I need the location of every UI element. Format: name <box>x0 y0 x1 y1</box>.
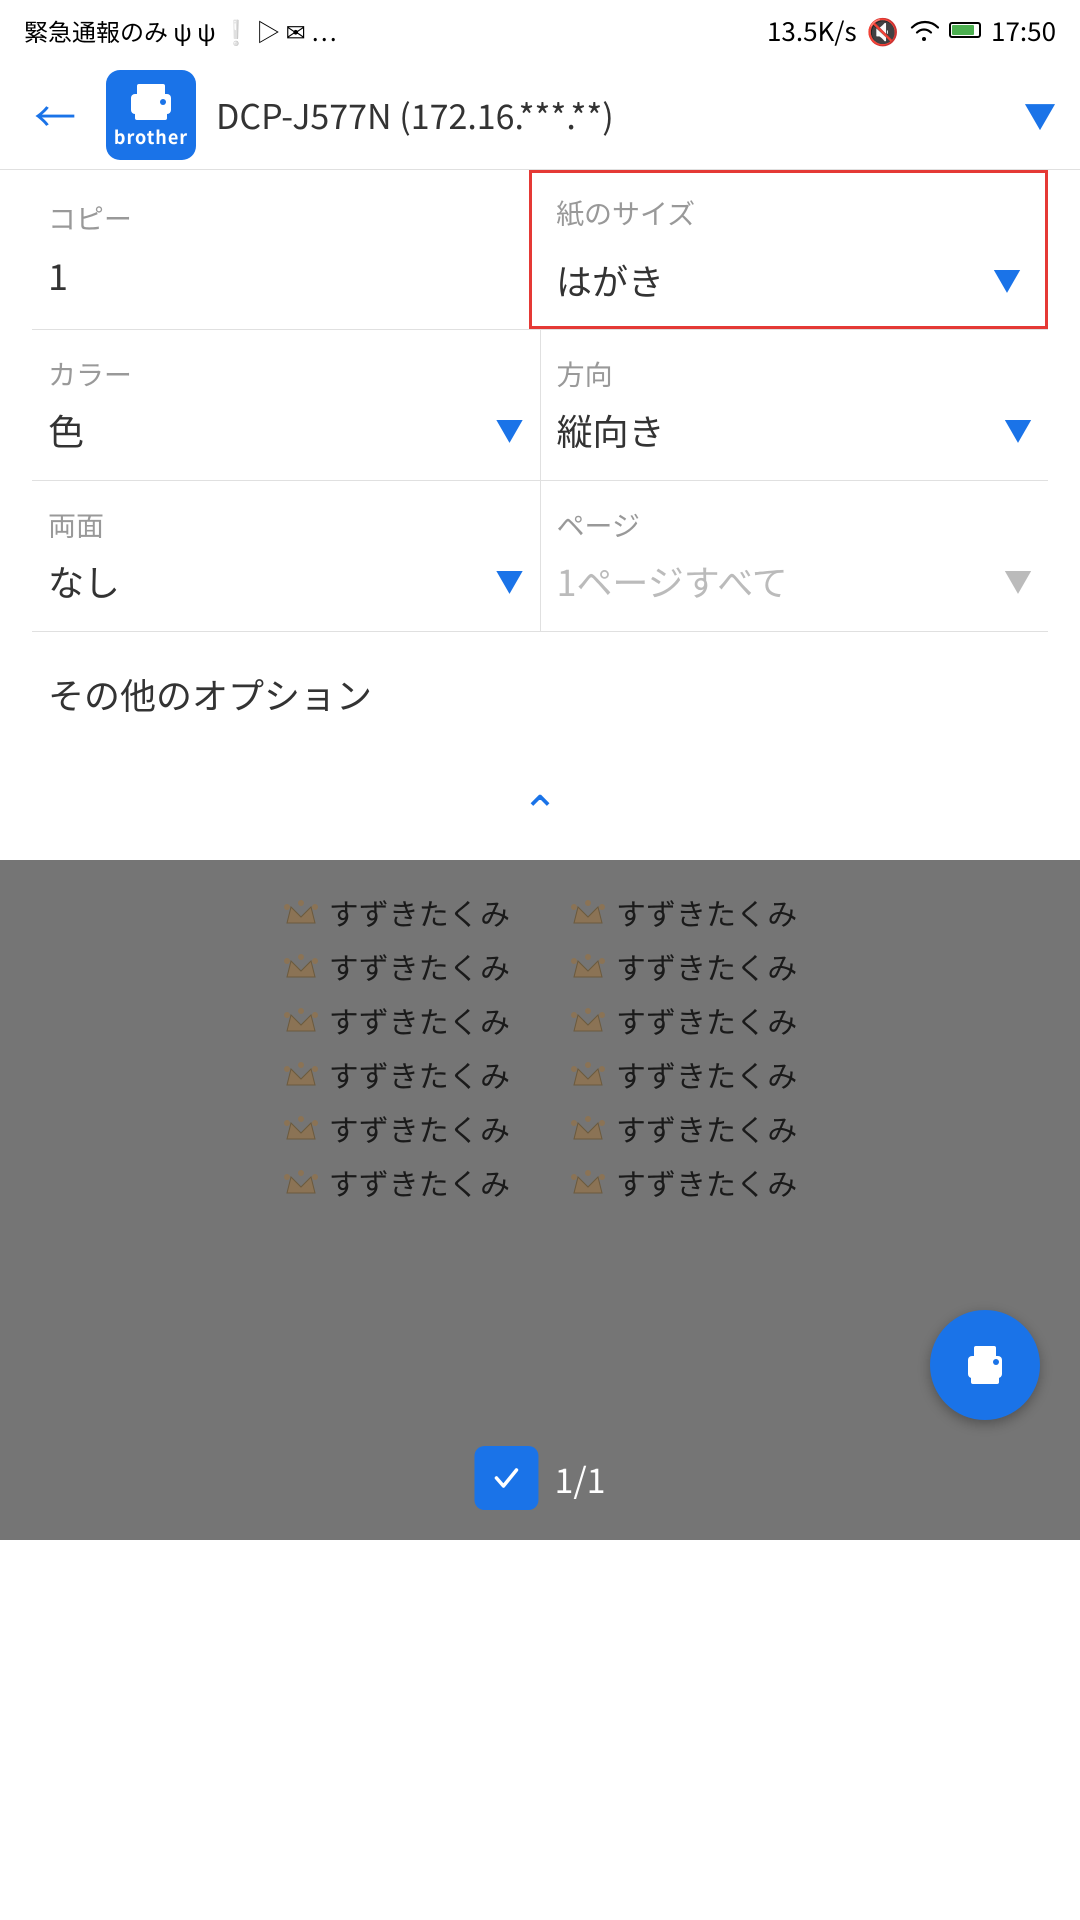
paper-size-dropdown-arrow[interactable]: ▼ <box>993 260 1021 300</box>
status-left-text: 緊急通報のみ ψ ψ ❕ ▷ ✉ … <box>24 13 337 48</box>
page-label: ページ <box>557 505 1033 545</box>
row-color-direction: カラー 色 ▼ 方向 縦向き ▼ <box>32 330 1048 481</box>
mute-icon: 🔇 <box>867 12 899 49</box>
direction-label: 方向 <box>557 354 1033 394</box>
printer-name: DCP-J577N (172.16.***.**) <box>216 90 1004 139</box>
network-speed: 13.5K/s <box>767 12 857 49</box>
duplex-value[interactable]: なし ▼ <box>48 555 524 607</box>
preview-row-6: すずきたくみ すずきたくみ <box>40 1160 1040 1204</box>
direction-setting: 方向 縦向き ▼ <box>540 330 1049 480</box>
copy-value: 1 <box>48 249 513 301</box>
preview-row-2: すずきたくみ すずきたくみ <box>40 944 1040 988</box>
duplex-dropdown-arrow[interactable]: ▼ <box>495 561 523 601</box>
clock: 17:50 <box>991 12 1056 49</box>
copy-label: コピー <box>48 198 513 238</box>
preview-content: すずきたくみ すずきたくみ すずきたくみ <box>40 890 1040 1204</box>
page-number: 1/1 <box>554 1454 605 1503</box>
brand-label: brother <box>114 124 188 150</box>
list-item: すずきたくみ <box>283 944 510 988</box>
direction-dropdown-arrow[interactable]: ▼ <box>1004 410 1032 450</box>
direction-value[interactable]: 縦向き ▼ <box>557 404 1033 456</box>
list-item: すずきたくみ <box>570 998 797 1042</box>
list-item: すずきたくみ <box>570 1052 797 1096</box>
page-indicator: 1/1 <box>474 1446 605 1510</box>
preview-row-5: すずきたくみ すずきたくみ <box>40 1106 1040 1150</box>
chevron-up-icon[interactable]: ⌃ <box>522 776 559 840</box>
wifi-icon <box>909 12 939 49</box>
status-right: 13.5K/s 🔇 17:50 <box>767 12 1056 49</box>
row-duplex-page: 両面 なし ▼ ページ 1ページすべて ▼ <box>32 481 1048 632</box>
page-value: 1ページすべて ▼ <box>557 555 1033 607</box>
paper-size-value[interactable]: はがき ▼ <box>556 254 1021 306</box>
list-item: すずきたくみ <box>570 890 797 934</box>
status-bar: 緊急通報のみ ψ ψ ❕ ▷ ✉ … 13.5K/s 🔇 17:50 <box>0 0 1080 60</box>
preview-row-1: すずきたくみ すずきたくみ <box>40 890 1040 934</box>
page-setting: ページ 1ページすべて ▼ <box>540 481 1049 631</box>
chevron-up-section[interactable]: ⌃ <box>0 756 1080 860</box>
preview-row-3: すずきたくみ すずきたくみ <box>40 998 1040 1042</box>
other-options[interactable]: その他のオプション <box>32 632 1048 756</box>
print-fab-button[interactable] <box>930 1310 1040 1420</box>
color-setting: カラー 色 ▼ <box>32 330 540 480</box>
duplex-label: 両面 <box>48 505 524 545</box>
list-item: すずきたくみ <box>570 1106 797 1150</box>
copy-setting: コピー 1 <box>32 170 529 329</box>
list-item: すずきたくみ <box>283 1106 510 1150</box>
paper-size-setting[interactable]: 紙のサイズ はがき ▼ <box>529 170 1048 329</box>
printer-dropdown-arrow[interactable]: ▼ <box>1024 92 1056 138</box>
row-copy-papersize: コピー 1 紙のサイズ はがき ▼ <box>32 170 1048 330</box>
preview-area: すずきたくみ すずきたくみ すずきたくみ <box>0 860 1080 1540</box>
color-label: カラー <box>48 354 524 394</box>
preview-row-4: すずきたくみ すずきたくみ <box>40 1052 1040 1096</box>
brother-logo: brother <box>106 70 196 160</box>
list-item: すずきたくみ <box>283 1160 510 1204</box>
page-check-icon <box>474 1446 538 1510</box>
list-item: すずきたくみ <box>283 890 510 934</box>
paper-size-label: 紙のサイズ <box>556 193 1021 233</box>
status-left: 緊急通報のみ ψ ψ ❕ ▷ ✉ … <box>24 13 337 48</box>
list-item: すずきたくみ <box>570 944 797 988</box>
battery-icon <box>949 22 981 38</box>
back-button[interactable]: ← <box>24 74 86 155</box>
duplex-setting: 両面 なし ▼ <box>32 481 540 631</box>
list-item: すずきたくみ <box>283 998 510 1042</box>
page-dropdown-arrow: ▼ <box>1004 561 1032 601</box>
color-value[interactable]: 色 ▼ <box>48 404 524 456</box>
list-item: すずきたくみ <box>283 1052 510 1096</box>
color-dropdown-arrow[interactable]: ▼ <box>495 410 523 450</box>
header-bar: ← brother DCP-J577N (172.16.***.**) ▼ <box>0 60 1080 170</box>
list-item: すずきたくみ <box>570 1160 797 1204</box>
settings-panel: コピー 1 紙のサイズ はがき ▼ カラー 色 ▼ 方向 縦向き ▼ <box>0 170 1080 756</box>
